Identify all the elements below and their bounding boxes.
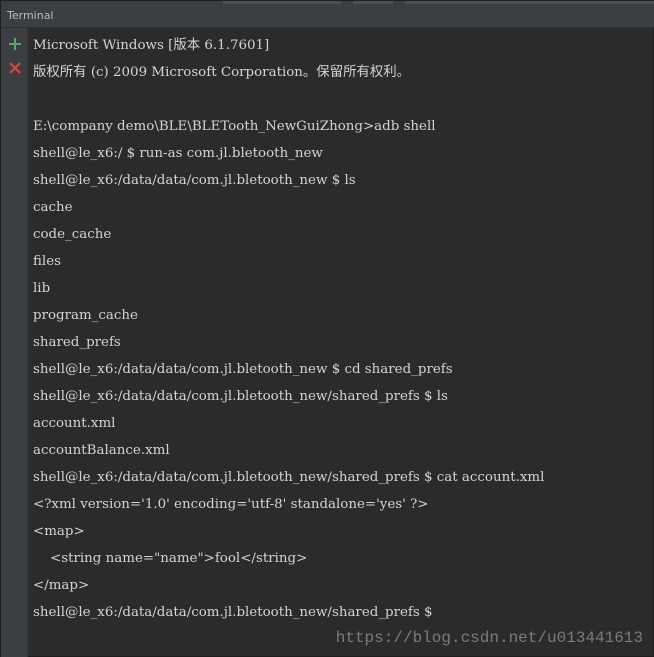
terminal-line: program_cache xyxy=(33,308,138,323)
terminal-line: account.xml xyxy=(33,416,116,431)
new-session-button[interactable] xyxy=(7,36,23,52)
terminal-window: Terminal Microsoft Windows [版本 6.1.7601]… xyxy=(0,0,654,657)
terminal-line: accountBalance.xml xyxy=(33,443,170,458)
close-icon xyxy=(9,62,21,74)
terminal-line: <?xml version='1.0' encoding='utf-8' sta… xyxy=(33,497,429,512)
terminal-line: cache xyxy=(33,200,73,215)
watermark: https://blog.csdn.net/u013441613 xyxy=(335,629,643,647)
terminal-output[interactable]: Microsoft Windows [版本 6.1.7601] 版权所有 (c) … xyxy=(33,32,653,652)
window-title: Terminal xyxy=(7,9,54,22)
terminal-line: shell@le_x6:/ $ run-as com.jl.bletooth_n… xyxy=(33,146,323,161)
terminal-line: shell@le_x6:/data/data/com.jl.bletooth_n… xyxy=(33,389,448,404)
terminal-title-bar: Terminal xyxy=(1,4,654,28)
terminal-line: shell@le_x6:/data/data/com.jl.bletooth_n… xyxy=(33,173,356,188)
terminal-line: shell@le_x6:/data/data/com.jl.bletooth_n… xyxy=(33,605,433,620)
terminal-line: lib xyxy=(33,281,51,296)
terminal-line: shell@le_x6:/data/data/com.jl.bletooth_n… xyxy=(33,362,453,377)
terminal-line: 版权所有 (c) 2009 Microsoft Corporation。保留所有… xyxy=(33,65,411,80)
terminal-line: shared_prefs xyxy=(33,335,121,350)
terminal-line: files xyxy=(33,254,62,269)
close-session-button[interactable] xyxy=(7,60,23,76)
terminal-line: Microsoft Windows [版本 6.1.7601] xyxy=(33,38,270,53)
terminal-line: code_cache xyxy=(33,227,112,242)
terminal-toolbar xyxy=(1,28,28,657)
terminal-line: <map> xyxy=(33,524,85,539)
terminal-line: <string name="name">fool</string> xyxy=(33,551,308,566)
plus-icon xyxy=(9,38,21,50)
terminal-line: E:\company demo\BLE\BLETooth_NewGuiZhong… xyxy=(33,119,436,134)
terminal-line: shell@le_x6:/data/data/com.jl.bletooth_n… xyxy=(33,470,545,485)
terminal-line: </map> xyxy=(33,578,90,593)
